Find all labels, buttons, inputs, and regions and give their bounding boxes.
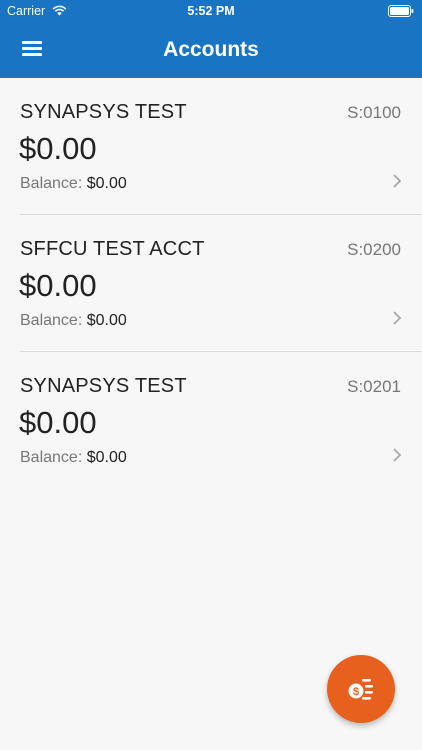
account-id: S:0201 xyxy=(347,377,401,396)
chevron-right-icon xyxy=(393,311,402,325)
svg-text:$: $ xyxy=(353,686,359,698)
balance-row: Balance: $0.00 xyxy=(20,312,127,330)
battery-icon xyxy=(388,5,414,17)
balance-label: Balance: xyxy=(20,175,83,192)
account-amount: $0.00 xyxy=(19,268,97,303)
transfer-money-icon: $ xyxy=(348,679,373,700)
account-name: SFFCU TEST ACCT xyxy=(20,238,205,260)
balance-value: $0.00 xyxy=(86,449,127,466)
account-amount: $0.00 xyxy=(19,131,97,166)
account-card[interactable]: SYNAPSYS TEST S:0201 $0.00 Balance: $0.0… xyxy=(0,352,422,489)
account-id: S:0100 xyxy=(347,103,401,122)
balance-label: Balance: xyxy=(20,312,83,329)
status-time: 5:52 PM xyxy=(187,4,235,18)
account-card[interactable]: SFFCU TEST ACCT S:0200 $0.00 Balance: $0… xyxy=(0,215,422,352)
account-card[interactable]: SYNAPSYS TEST S:0100 $0.00 Balance: $0.0… xyxy=(0,78,422,215)
balance-value: $0.00 xyxy=(86,312,127,329)
account-name: SYNAPSYS TEST xyxy=(20,101,187,123)
accounts-list: SYNAPSYS TEST S:0100 $0.00 Balance: $0.0… xyxy=(0,78,422,489)
chevron-right-icon xyxy=(393,174,402,188)
nav-bar: Accounts xyxy=(0,22,422,78)
balance-row: Balance: $0.00 xyxy=(20,449,127,467)
account-id: S:0200 xyxy=(347,240,401,259)
chevron-right-icon xyxy=(393,448,402,462)
page-title: Accounts xyxy=(163,38,259,61)
app-header: Carrier 5:52 PM Accounts xyxy=(0,0,422,78)
balance-value: $0.00 xyxy=(86,175,127,192)
balance-row: Balance: $0.00 xyxy=(20,175,127,193)
transfer-money-button[interactable]: $ xyxy=(327,655,395,723)
status-bar: Carrier 5:52 PM xyxy=(0,0,422,22)
account-amount: $0.00 xyxy=(19,405,97,440)
account-name: SYNAPSYS TEST xyxy=(20,375,187,397)
balance-label: Balance: xyxy=(20,449,83,466)
